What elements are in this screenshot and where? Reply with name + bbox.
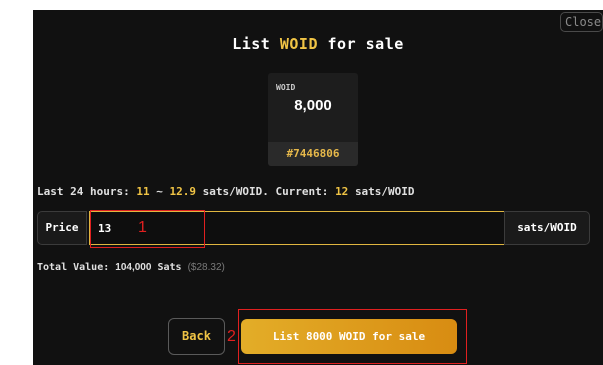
total-label: Total Value:	[37, 262, 110, 273]
title-prefix: List	[232, 35, 271, 53]
total-usd: ($28.32)	[187, 262, 225, 273]
total-value: Total Value: 104,000 Sats ($28.32)	[37, 262, 225, 273]
title-token: WOID	[279, 35, 318, 53]
price-stats: Last 24 hours: 11 ~ 12.9 sats/WOID. Curr…	[37, 185, 415, 198]
stats-low: 11	[136, 185, 150, 198]
stats-unit-current: sats/WOID. Current:	[202, 185, 329, 198]
title-suffix: for sale	[327, 35, 404, 53]
price-label: Price	[37, 211, 87, 245]
annotation-box-list	[238, 309, 467, 364]
stats-unit: sats/WOID	[354, 185, 415, 198]
token-card: WOID 8,000 #7446806	[268, 73, 358, 166]
annotation-number-2: 2	[227, 328, 236, 345]
modal-title: List WOID for sale	[33, 35, 603, 53]
stats-current: 12	[335, 185, 349, 198]
total-amount: 104,000	[115, 262, 152, 273]
total-unit: Sats	[157, 262, 182, 273]
stats-prefix: Last 24 hours:	[37, 185, 130, 198]
close-button[interactable]: Close	[560, 12, 603, 32]
card-ticker: WOID	[276, 83, 296, 92]
annotation-number-1: 1	[138, 219, 147, 236]
stats-high: 12.9	[169, 185, 196, 198]
annotation-box-price	[90, 210, 205, 248]
back-button[interactable]: Back	[168, 318, 225, 355]
card-inscription-number: #7446806	[268, 142, 358, 166]
price-unit-label: sats/WOID	[504, 211, 590, 245]
card-amount: 8,000	[294, 97, 332, 114]
stats-separator: ~	[156, 185, 163, 198]
